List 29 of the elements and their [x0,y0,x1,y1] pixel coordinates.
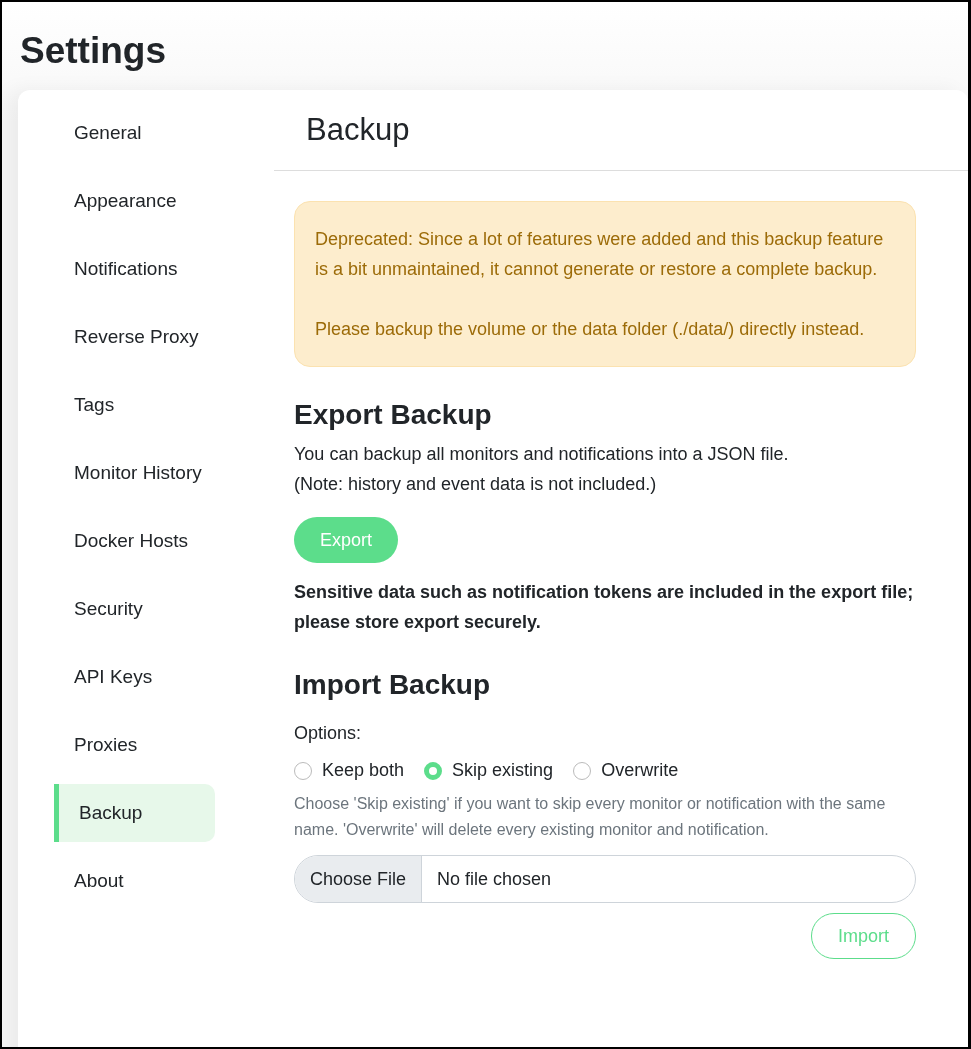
radio-button[interactable] [424,761,443,780]
radio-label: Skip existing [452,760,554,781]
sidebar-item[interactable]: Appearance [54,172,215,230]
export-description: (Note: history and event data is not included.) [294,473,658,496]
sidebar-item[interactable]: Reverse Proxy [54,308,215,366]
export-heading: Export Backup [294,399,493,431]
sidebar-item[interactable]: Docker Hosts [54,512,215,570]
sidebar-item[interactable]: Security [54,580,215,638]
page-title: Settings [19,29,167,73]
sidebar-item[interactable]: Tags [54,376,215,434]
sidebar-item[interactable]: General [54,104,215,162]
sidebar-item[interactable]: Monitor History [54,444,215,502]
sidebar-item[interactable]: Backup [54,784,215,842]
radio-label: Keep both [322,760,405,781]
warning-text: Deprecated: Since a lot of features were added and this backup feature is a bit unmaintained, it cannot generate or restore a complete backup. [315,228,885,281]
sidebar-item[interactable]: Proxies [54,716,215,774]
section-title: Backup [274,90,968,171]
export-description: You can backup all monitors and notifications into a JSON file. [294,443,790,466]
warning-text: Please backup the volume or the data folder (./data/) directly instead. [315,318,866,341]
options-label: Options: [294,723,363,744]
file-status: No file chosen [436,868,553,891]
export-notice: Sensitive data such as notification tokens are included in the export file; please store export securely. [294,581,915,634]
import-help-text: Choose 'Skip existing' if you want to skip every monitor or notification with the same name. 'Overwrite' will delete every existing monitor and notification. [294,794,887,840]
radio-label: Overwrite [601,760,679,781]
import-heading: Import Backup [294,669,492,701]
sidebar-item[interactable]: Notifications [54,240,215,298]
sidebar-item[interactable]: API Keys [54,648,215,706]
choose-file-button[interactable]: Choose File [295,856,423,902]
sidebar-item[interactable]: About [54,852,215,910]
